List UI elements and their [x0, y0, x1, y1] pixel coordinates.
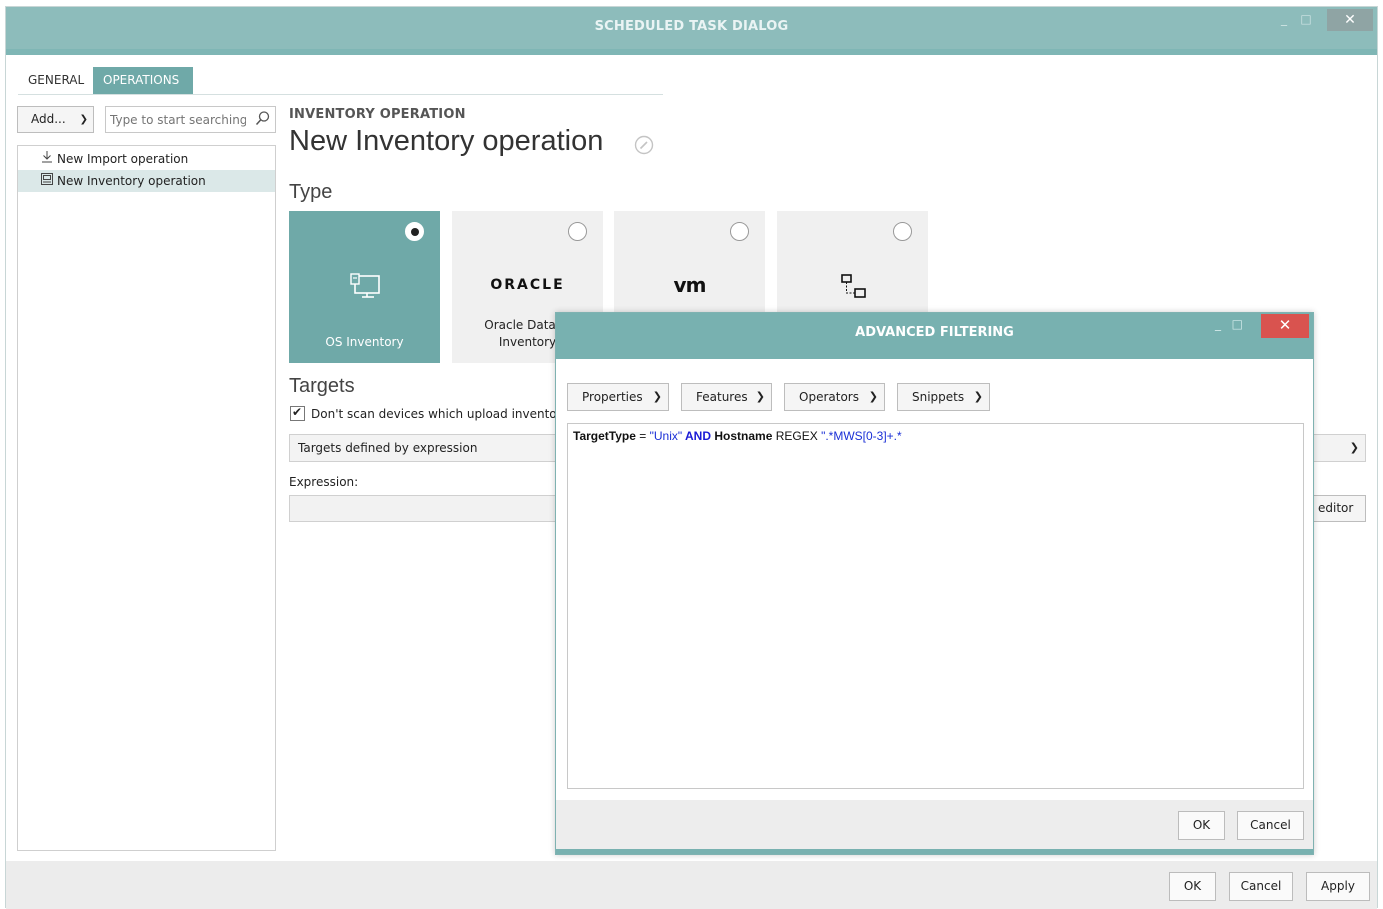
code-operator: = [635, 429, 650, 443]
inventory-icon [40, 171, 54, 193]
type-radio[interactable] [568, 222, 587, 241]
dialog-cancel-button[interactable]: Cancel [1237, 811, 1304, 840]
dialog-title: ADVANCED FILTERING [855, 325, 1014, 340]
expression-editor[interactable]: TargetType = "Unix" AND Hostname REGEX "… [567, 423, 1304, 789]
advanced-filtering-dialog: ADVANCED FILTERING _ □ ✕ Properties ❯ Fea… [555, 312, 1314, 855]
chevron-down-icon: ❯ [868, 390, 878, 403]
targets-select-value: Targets defined by expression [298, 441, 478, 455]
oracle-logo: ORACLE [490, 277, 565, 293]
snippets-label: Snippets [912, 390, 965, 404]
tree-item-inventory[interactable]: New Inventory operation [18, 170, 275, 192]
tab-divider [18, 94, 663, 95]
download-icon [40, 149, 54, 171]
ok-button[interactable]: OK [1169, 872, 1216, 901]
dialog-bottom-border [556, 849, 1313, 854]
code-string: "Unix" [649, 429, 683, 443]
type-radio[interactable] [405, 222, 424, 241]
dialog-footer: OK Cancel [556, 800, 1313, 851]
type-heading: Type [289, 181, 333, 203]
titlebar-stripe [6, 49, 1377, 55]
skip-upload-checkbox[interactable] [290, 405, 305, 421]
vmware-logo: vm [673, 273, 707, 297]
operators-label: Operators [799, 390, 859, 404]
type-card-os-inventory[interactable]: OS Inventory [289, 211, 440, 363]
apply-button[interactable]: Apply [1306, 872, 1370, 901]
properties-label: Properties [582, 390, 643, 404]
page-title: New Inventory operation [289, 125, 604, 157]
code-property: TargetType [573, 429, 636, 443]
search-input[interactable] [106, 107, 246, 132]
snippets-dropdown[interactable]: Snippets ❯ [897, 383, 990, 411]
footer-bar: OK Cancel Apply [6, 861, 1377, 909]
dialog-close-button[interactable]: ✕ [1261, 314, 1309, 338]
cancel-button[interactable]: Cancel [1229, 872, 1293, 901]
os-inventory-icon [289, 273, 440, 305]
search-icon[interactable] [255, 110, 271, 130]
features-dropdown[interactable]: Features ❯ [681, 383, 772, 411]
code-keyword: AND [682, 429, 715, 443]
type-radio[interactable] [893, 222, 912, 241]
open-editor-button[interactable]: editor [1311, 495, 1366, 522]
window-titlebar[interactable]: SCHEDULED TASK DIALOG _ □ ✕ [6, 7, 1377, 55]
dialog-minimize-button[interactable]: _ [1215, 317, 1221, 331]
expression-label: Expression: [289, 475, 359, 489]
add-dropdown-button[interactable]: Add... ❯ [17, 106, 94, 133]
tree-item-import[interactable]: New Import operation [18, 148, 275, 170]
maximize-button[interactable]: □ [1297, 9, 1315, 31]
chevron-down-icon: ❯ [79, 114, 88, 125]
window-title: SCHEDULED TASK DIALOG [594, 19, 789, 34]
add-button-label: Add... [31, 112, 66, 126]
search-box[interactable] [105, 106, 276, 133]
tab-general[interactable]: GENERAL [18, 67, 92, 94]
code-property: Hostname [714, 429, 773, 443]
type-card-label: OS Inventory [325, 335, 404, 349]
dialog-ok-button[interactable]: OK [1178, 811, 1225, 840]
operators-dropdown[interactable]: Operators ❯ [784, 383, 885, 411]
chevron-down-icon: ❯ [755, 390, 765, 403]
code-string: ".*MWS[0-3]+.* [821, 429, 902, 443]
edit-title-icon[interactable] [634, 135, 654, 159]
network-icon [777, 273, 928, 307]
code-operator: REGEX [772, 429, 822, 443]
operations-tree: New Import operation New Inventory opera… [17, 145, 276, 851]
properties-dropdown[interactable]: Properties ❯ [567, 383, 669, 411]
chevron-down-icon: ❯ [1349, 441, 1359, 454]
tab-operations[interactable]: OPERATIONS [93, 67, 193, 94]
features-label: Features [696, 390, 748, 404]
minimize-button[interactable]: _ [1275, 9, 1293, 31]
tree-item-label: New Import operation [57, 152, 189, 166]
type-radio[interactable] [730, 222, 749, 241]
section-label: INVENTORY OPERATION [289, 107, 466, 122]
skip-upload-label[interactable]: Don't scan devices which upload inventor… [311, 407, 569, 421]
tree-item-label: New Inventory operation [57, 174, 206, 188]
targets-heading: Targets [289, 375, 355, 397]
dialog-maximize-button[interactable]: □ [1232, 317, 1243, 331]
dialog-titlebar[interactable]: ADVANCED FILTERING _ □ ✕ [556, 313, 1313, 359]
close-button[interactable]: ✕ [1327, 9, 1373, 31]
chevron-down-icon: ❯ [973, 390, 983, 403]
chevron-down-icon: ❯ [652, 390, 662, 403]
